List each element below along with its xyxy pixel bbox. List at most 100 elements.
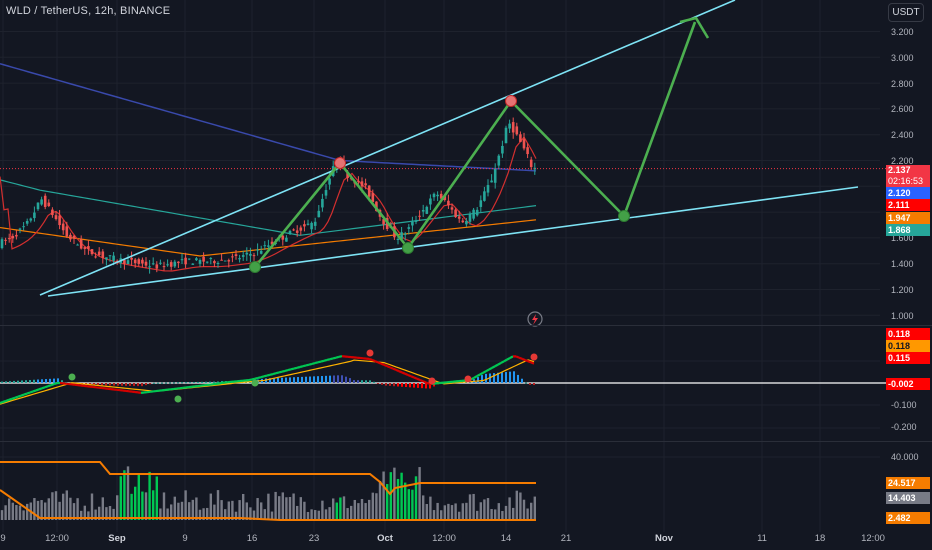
symbol-title[interactable]: WLD / TetherUS, 12h, BINANCE [6, 5, 170, 17]
macd-histogram-bar [405, 383, 407, 388]
macd-histogram-bar [197, 381, 199, 383]
volume-bar [54, 491, 58, 520]
candle-body [360, 181, 364, 187]
volume-bar [296, 505, 299, 520]
macd-histogram-bar [329, 375, 331, 383]
macd-histogram-bar [277, 377, 279, 383]
macd-line-segment [506, 357, 511, 361]
ma-price-tag: 2.111 [886, 199, 930, 211]
macd-line-segment [380, 362, 385, 366]
volume-bar [440, 510, 443, 520]
candle-body [475, 209, 479, 216]
candle-body [508, 123, 511, 129]
volume-bar [512, 507, 515, 520]
volume-bar [130, 493, 133, 520]
candle-body [429, 198, 432, 205]
volume-bar [332, 498, 335, 520]
macd-line-segment [368, 357, 373, 361]
macd-histogram-bar [149, 383, 151, 385]
volume-bar [479, 502, 482, 520]
macd-line-segment [389, 366, 394, 370]
macd-histogram-bar [413, 383, 415, 388]
candle-body [43, 195, 47, 207]
volume-bar [429, 496, 432, 520]
candle-body [177, 261, 180, 263]
macd-histogram-bar [161, 382, 163, 384]
current-price-value: 2.137 [888, 165, 911, 175]
pane-divider-macd[interactable] [0, 325, 932, 326]
macd-histogram-bar [41, 379, 43, 383]
volume-bar [522, 499, 526, 520]
macd-line-segment [371, 358, 376, 363]
candle-body [249, 253, 252, 256]
volume-bar [360, 498, 364, 520]
volume-bar [339, 497, 342, 520]
candle-body [22, 226, 25, 228]
macd-zero-tag: -0.002 [886, 378, 930, 390]
time-axis-label: Nov [655, 533, 673, 544]
volume-bar [33, 498, 36, 520]
volume-bar [472, 493, 475, 520]
macd-histogram-bar [133, 383, 135, 387]
macd-histogram-bar [29, 379, 31, 383]
macd-histogram-bar [333, 375, 335, 383]
volume-bar [530, 502, 533, 520]
macd-line-segment [281, 369, 286, 373]
chart-canvas[interactable] [0, 0, 932, 550]
macd-line-segment [5, 398, 10, 402]
candle-body [40, 199, 43, 205]
macd-line-segment [272, 372, 277, 376]
candle-body [227, 260, 231, 262]
time-axis-label: 16 [246, 533, 258, 544]
candle-body [47, 202, 51, 207]
candle-body [144, 261, 148, 266]
volume-bar [378, 481, 382, 520]
macd-histogram-bar [289, 377, 291, 383]
candle-body [36, 202, 40, 210]
macd-line-segment [386, 365, 391, 369]
macd-line-segment [0, 400, 4, 405]
candle-body [94, 256, 97, 258]
candle-body [166, 264, 169, 266]
macd-histogram-bar [345, 376, 347, 383]
macd-histogram-bar [181, 382, 183, 384]
macd-histogram-bar [293, 377, 295, 383]
volume-bar [494, 509, 497, 520]
candle-body [184, 257, 187, 265]
macd-histogram-bar [137, 383, 139, 387]
macd-line-segment [290, 367, 295, 371]
volume-bar [65, 490, 68, 520]
candle-body [105, 257, 108, 260]
macd-line-segment [395, 368, 400, 373]
candle-body [76, 244, 79, 246]
candle-body [0, 239, 4, 249]
candle-body [259, 250, 263, 254]
pane-divider-volume[interactable] [0, 441, 932, 442]
candle-body [205, 261, 209, 263]
macd-histogram-bar [493, 373, 495, 383]
macd-histogram-bar [121, 383, 123, 386]
macd-line-segment [494, 363, 499, 368]
candle-body [87, 246, 90, 249]
macd-line-segment [50, 383, 55, 387]
volume-bar [317, 510, 320, 520]
candle-body [281, 235, 285, 240]
volume-bar [69, 497, 72, 520]
macd-histogram-bar [129, 383, 131, 386]
candle-body [209, 258, 213, 260]
candle-body [238, 258, 241, 260]
volume-bar [400, 472, 403, 520]
macd-histogram-bar [53, 378, 55, 383]
volume-axis-label: 40.000 [891, 452, 919, 462]
macd-line-segment [473, 375, 478, 379]
candle-body [497, 155, 501, 166]
volume-bar [26, 503, 29, 520]
currency-button[interactable]: USDT [888, 3, 924, 22]
volume-tag: 24.517 [886, 477, 930, 489]
macd-histogram-bar [113, 383, 115, 386]
volume-bar [483, 499, 486, 520]
macd-line-segment [392, 367, 397, 371]
candle-body [4, 239, 7, 241]
macd-tag: 0.115 [886, 352, 930, 364]
macd-histogram-bar [37, 379, 39, 383]
